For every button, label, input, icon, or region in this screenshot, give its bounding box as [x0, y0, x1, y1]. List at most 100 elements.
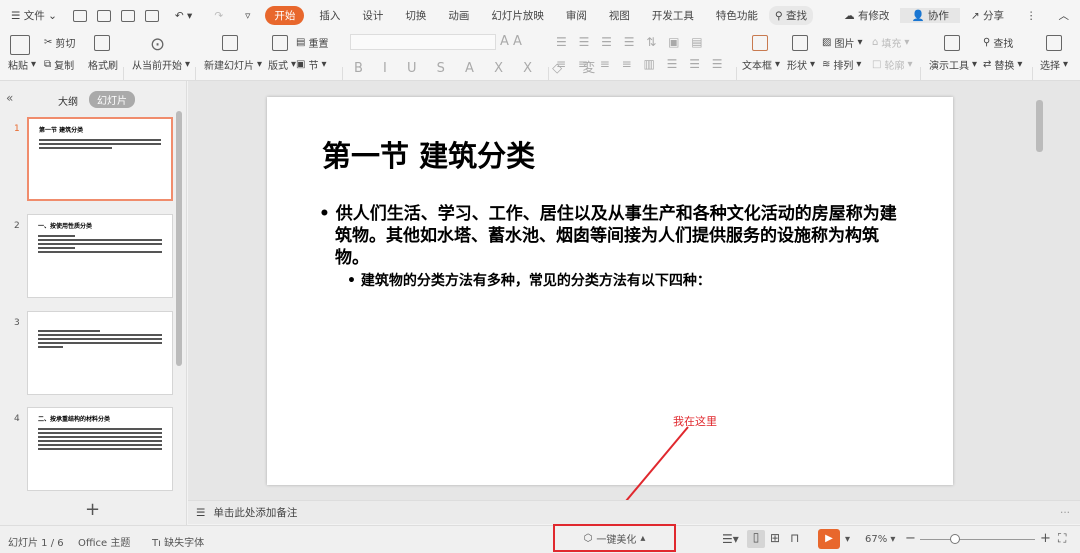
format-painter-button[interactable]: 格式刷 [88, 57, 118, 72]
paste-button[interactable]: 粘贴 ▾ [8, 57, 36, 72]
zoom-slider-handle[interactable] [950, 534, 960, 544]
slide-thumbnail-1[interactable]: 第一节 建筑分类 [27, 117, 173, 201]
redo-icon[interactable]: ↷ [203, 10, 234, 22]
save-icon[interactable] [72, 9, 87, 22]
cut-button[interactable]: ✂ 剪切 [44, 35, 75, 50]
new-slide-icon[interactable] [222, 35, 238, 51]
copy-icon: ⧉ [44, 59, 52, 70]
zoom-in-button[interactable]: + [1040, 531, 1051, 546]
shape-label: 形状 [787, 61, 807, 72]
tab-slides[interactable]: 幻灯片 [89, 91, 135, 108]
new-slide-button[interactable]: 新建幻灯片 ▾ [204, 57, 262, 72]
select-icon[interactable] [1046, 35, 1062, 51]
search-label: 查找 [785, 10, 807, 22]
copy-button[interactable]: ⧉ 复制 [44, 57, 74, 72]
arrange-button[interactable]: ≋ 排列 ▾ [822, 57, 861, 72]
outline-icon: □ [872, 59, 882, 70]
paste-icon[interactable] [10, 35, 30, 55]
fit-window-icon[interactable]: ⛶ [1058, 531, 1066, 546]
slide-counter: 幻灯片 1 / 6 [8, 538, 64, 549]
new-slide-label: 新建幻灯片 [204, 61, 254, 72]
presenter-icon[interactable] [944, 35, 960, 51]
play-slideshow-button[interactable]: ▶ [818, 529, 840, 549]
shape-icon[interactable] [792, 35, 808, 51]
tab-animation[interactable]: 动画 [437, 8, 480, 23]
add-slide-button[interactable]: + [85, 499, 100, 520]
tab-slideshow[interactable]: 幻灯片放映 [480, 8, 555, 23]
tab-review[interactable]: 审阅 [555, 8, 598, 23]
print-preview-icon[interactable] [144, 9, 159, 22]
customize-dropdown-icon[interactable]: ▿ [234, 10, 261, 22]
section-button[interactable]: ▣ 节 ▾ [296, 57, 326, 72]
ribbon: 粘贴 ▾ ✂ 剪切 ⧉ 复制 格式刷 ⊙ 从当前开始 ▾ 新建幻灯片 ▾ 版式 ▾ ▤ 重置 … [0, 31, 1080, 107]
slide-thumbnail-3[interactable] [27, 311, 173, 395]
zoom-select[interactable]: 67% ▾ [865, 534, 895, 545]
bullet-text: 供人们生活、学习、工作、居住以及从事生产和各种文化活动的房屋称为建筑物。其他如水… [335, 204, 897, 268]
replace-button[interactable]: ⇄ 替换 ▾ [983, 57, 1022, 72]
modified-button[interactable]: ☁ 有修改 [833, 8, 900, 23]
print-icon[interactable] [120, 9, 135, 22]
fill-button[interactable]: ⌂ 填充 ▾ [872, 35, 909, 50]
vertical-scrollbar[interactable] [1036, 100, 1043, 152]
outline-button[interactable]: □ 轮廓 ▾ [872, 57, 912, 72]
from-current-button[interactable]: 从当前开始 ▾ [132, 57, 190, 72]
paste-label: 粘贴 [8, 61, 28, 72]
undo-icon[interactable]: ↶ ▾ [164, 10, 203, 22]
notes-placeholder[interactable]: 单击此处添加备注 [213, 505, 297, 520]
collapse-panel-icon[interactable]: « [6, 91, 13, 105]
thumb-title: 二、按承重结构的材料分类 [38, 416, 111, 423]
brush-icon[interactable] [94, 35, 110, 51]
tab-insert[interactable]: 插入 [308, 8, 351, 23]
collapse-ribbon-icon[interactable]: ︿ [1048, 8, 1080, 23]
slide-thumbnail-2[interactable]: 一、按使用性质分类 [27, 214, 173, 298]
theme-name[interactable]: Office 主题 [78, 534, 130, 549]
more-icon[interactable]: ⋮ [1015, 10, 1048, 22]
replace-icon: ⇄ [983, 59, 992, 70]
find-button[interactable]: ⚲ 查找 [983, 35, 1013, 50]
layout-icon[interactable] [272, 35, 288, 51]
paragraph-buttons[interactable]: ☰ ☰ ☰ ☰ ⇅ ▣ ▤ [556, 35, 707, 49]
present-tools-button[interactable]: 演示工具 ▾ [929, 57, 977, 72]
notes-bar[interactable]: ☰ 单击此处添加备注 ··· [188, 500, 1080, 524]
reset-button[interactable]: ▤ 重置 [296, 35, 328, 50]
slide-thumbnail-4[interactable]: 二、按承重结构的材料分类 [27, 407, 173, 491]
zoom-slider[interactable] [920, 539, 1035, 540]
zoom-out-button[interactable]: − [905, 531, 916, 546]
textbox-icon[interactable] [752, 35, 768, 51]
slide-bullet-2[interactable]: • 建筑物的分类方法有多种，常见的分类方法有以下四种： [347, 270, 711, 290]
reading-view-icon[interactable]: ⊓ [790, 531, 799, 545]
panel-scrollbar[interactable] [176, 111, 182, 366]
export-pdf-icon[interactable] [96, 9, 111, 22]
picture-button[interactable]: ▨ 图片 ▾ [822, 35, 862, 50]
layers-icon: ≋ [822, 59, 831, 70]
missing-font-button[interactable]: Tı 缺失字体 [152, 534, 204, 549]
fill-icon: ⌂ [872, 37, 879, 48]
align-buttons[interactable]: ≡ ≡ ≡ ≡ ▥ ☰ ☰ ☰ [556, 57, 727, 71]
notes-toggle-icon[interactable]: ☰▾ [722, 532, 739, 546]
font-family-select[interactable] [350, 34, 496, 50]
tab-outline[interactable]: 大纲 [58, 93, 78, 108]
tab-home[interactable]: 开始 [265, 6, 305, 25]
tab-developer[interactable]: 开发工具 [641, 8, 705, 23]
file-menu[interactable]: ☰ 文件 ⌄ [0, 8, 68, 23]
normal-view-icon[interactable]: ▯ [747, 530, 765, 548]
select-button[interactable]: 选择 ▾ [1040, 57, 1068, 72]
share-button[interactable]: ↗ 分享 [960, 8, 1015, 23]
textbox-button[interactable]: 文本框 ▾ [742, 57, 780, 72]
collab-button[interactable]: 👤 协作 [900, 8, 960, 23]
tab-transition[interactable]: 切换 [394, 8, 437, 23]
tab-view[interactable]: 视图 [598, 8, 641, 23]
slide-bullet-1[interactable]: • 供人们生活、学习、工作、居住以及从事生产和各种文化活动的房屋称为建筑物。其他… [319, 203, 909, 269]
more-icon[interactable]: ··· [1060, 507, 1080, 519]
tab-design[interactable]: 设计 [351, 8, 394, 23]
layout-button[interactable]: 版式 ▾ [268, 57, 296, 72]
beautify-button[interactable]: ⬡ 一键美化 ▴ [553, 524, 676, 552]
shape-button[interactable]: 形状 ▾ [787, 57, 815, 72]
search-tab[interactable]: ⚲ 查找 [768, 6, 813, 25]
slide-title[interactable]: 第一节 建筑分类 [322, 133, 535, 175]
font-size-buttons[interactable]: A A [500, 34, 522, 49]
sorter-view-icon[interactable]: ⊞ [770, 531, 780, 545]
play-options-icon[interactable]: ▾ [845, 534, 850, 545]
tab-special[interactable]: 特色功能 [705, 8, 769, 23]
play-icon[interactable]: ⊙ [150, 34, 165, 55]
